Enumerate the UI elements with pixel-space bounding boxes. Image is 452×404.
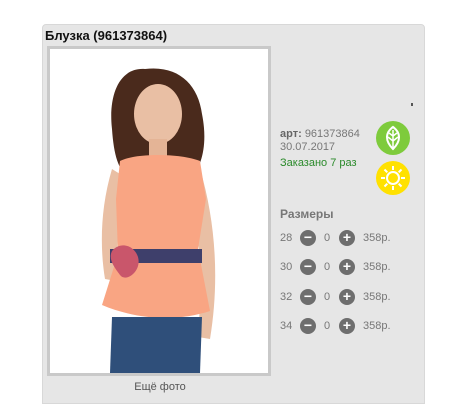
leaf-icon xyxy=(376,121,410,155)
size-price: 358р. xyxy=(363,261,391,273)
decrease-button[interactable]: − xyxy=(300,230,316,246)
ordered-count: Заказано 7 раз xyxy=(280,157,357,169)
quantity-value: 0 xyxy=(324,261,331,273)
divider-mark xyxy=(411,103,413,106)
size-label: 28 xyxy=(280,232,293,244)
decrease-button[interactable]: − xyxy=(300,318,316,334)
article-label: арт: xyxy=(280,128,302,140)
increase-button[interactable]: + xyxy=(339,259,355,275)
product-photo[interactable] xyxy=(47,46,271,376)
decrease-button[interactable]: − xyxy=(300,289,316,305)
product-title: Блузка (961373864) xyxy=(45,28,168,43)
quantity-value: 0 xyxy=(324,232,331,244)
size-price: 358р. xyxy=(363,232,391,244)
product-date: 30.07.2017 xyxy=(280,141,336,153)
quantity-value: 0 xyxy=(324,320,331,332)
size-label: 32 xyxy=(280,291,293,303)
increase-button[interactable]: + xyxy=(339,318,355,334)
product-photo-image xyxy=(50,49,268,373)
article-line: арт: 961373864 xyxy=(280,128,360,141)
increase-button[interactable]: + xyxy=(339,289,355,305)
article-value: 961373864 xyxy=(304,128,360,140)
sun-icon xyxy=(376,161,410,195)
quantity-value: 0 xyxy=(324,291,331,303)
size-label: 30 xyxy=(280,261,293,273)
product-info: арт: 961373864 30.07.2017 Заказано 7 раз xyxy=(280,128,360,170)
decrease-button[interactable]: − xyxy=(300,259,316,275)
size-price: 358р. xyxy=(363,320,391,332)
more-photos-link[interactable]: Ещё фото xyxy=(47,381,273,393)
increase-button[interactable]: + xyxy=(339,230,355,246)
size-price: 358р. xyxy=(363,291,391,303)
sizes-heading: Размеры xyxy=(280,207,334,221)
size-label: 34 xyxy=(280,320,293,332)
